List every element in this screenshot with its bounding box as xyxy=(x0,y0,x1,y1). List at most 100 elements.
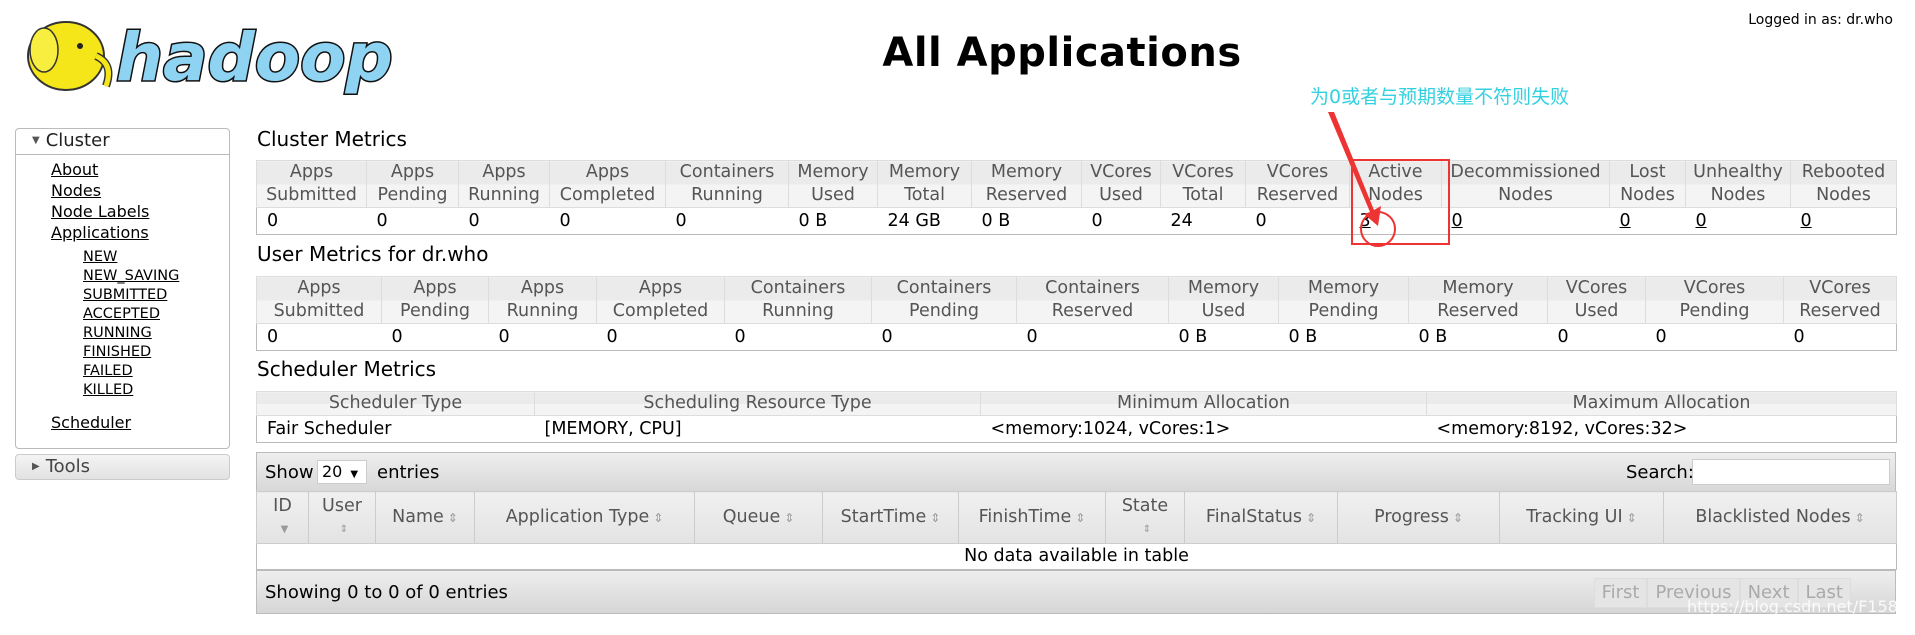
metric-cell: 24 GB xyxy=(877,207,972,235)
sortable-column-header[interactable]: FinalStatus ⇕ xyxy=(1184,491,1338,544)
sortable-column-header[interactable]: Queue ⇕ xyxy=(694,491,823,544)
column-header-line: Apps xyxy=(638,278,683,298)
sidebar-item-new-saving[interactable]: NEW_SAVING xyxy=(83,267,229,286)
column-header-line: Apps xyxy=(289,162,334,182)
sidebar-item-accepted[interactable]: ACCEPTED xyxy=(83,305,229,324)
column-header-line: Memory xyxy=(888,162,961,182)
sidebar-item-running[interactable]: RUNNING xyxy=(83,324,229,343)
sidebar-item-killed[interactable]: KILLED xyxy=(83,381,229,400)
sortable-column-header[interactable]: FinishTime ⇕ xyxy=(958,491,1106,544)
search-label: Search: xyxy=(1626,462,1694,483)
column-header-line: Nodes xyxy=(1816,185,1871,205)
sort-icon: ⇕ xyxy=(653,510,664,525)
sidebar-tools-toggle[interactable]: ▶ Tools xyxy=(15,454,230,480)
column-header-line: Nodes xyxy=(1368,185,1423,205)
entries-select[interactable]: 20 ▼ xyxy=(317,460,367,484)
column-header: Apps Pending xyxy=(381,276,489,324)
sortable-column-header[interactable]: State ⇕ xyxy=(1105,491,1185,544)
column-header-label: Progress xyxy=(1374,506,1449,527)
metric-cell: 0 xyxy=(1245,207,1350,235)
sort-icon: ⇕ xyxy=(1854,510,1865,525)
pagination-first[interactable]: First xyxy=(1593,578,1648,608)
sidebar-item-nodes[interactable]: Nodes xyxy=(51,180,229,201)
sidebar-item-new[interactable]: NEW xyxy=(83,248,229,267)
column-header-line: Reserved xyxy=(1051,301,1134,321)
metric-cell: 0 xyxy=(1441,207,1610,235)
column-header: Memory Reserved xyxy=(1408,276,1548,324)
metric-cell: 24 xyxy=(1160,207,1246,235)
column-header-line: Running xyxy=(468,185,540,205)
column-header-line: VCores xyxy=(1565,278,1628,298)
column-header-line: Apps xyxy=(482,162,526,182)
sortable-column-header[interactable]: Blacklisted Nodes ⇕ xyxy=(1663,491,1897,544)
column-header-line: Reserved xyxy=(985,185,1068,205)
metric-link[interactable]: 0 xyxy=(1801,211,1812,231)
metric-cell: Fair Scheduler xyxy=(256,415,535,443)
cluster-label: Cluster xyxy=(45,130,110,151)
sidebar-item-submitted[interactable]: SUBMITTED xyxy=(83,286,229,305)
column-header-line: Rebooted xyxy=(1801,162,1886,182)
sortable-column-header[interactable]: Progress ⇕ xyxy=(1337,491,1500,544)
metric-cell: 0 xyxy=(596,323,725,351)
sortable-column-header[interactable]: Tracking UI ⇕ xyxy=(1499,491,1664,544)
sidebar-item-applications[interactable]: Applications xyxy=(51,222,229,243)
column-header-line: Submitted xyxy=(273,301,365,321)
sidebar-item-node-labels[interactable]: Node Labels xyxy=(51,201,229,222)
sort-icon: ⇕ xyxy=(1452,510,1463,525)
column-header-line: VCores xyxy=(1683,278,1746,298)
cluster-metrics-table: Apps Submitted Apps Pending Apps Running Apps C… xyxy=(256,160,1897,235)
column-header: Containers Pending xyxy=(871,276,1017,324)
metric-cell: 0 xyxy=(381,323,489,351)
column-header-line: Reserved xyxy=(1437,301,1519,321)
column-header: Lost Nodes xyxy=(1609,160,1686,208)
sidebar-item-failed[interactable]: FAILED xyxy=(83,362,229,381)
column-header: Active Nodes xyxy=(1349,160,1442,208)
sort-icon: ⇕ xyxy=(1306,510,1317,525)
column-header-label: StartTime xyxy=(840,506,927,527)
metric-link[interactable]: 3 xyxy=(1360,211,1371,231)
column-header: VCores Used xyxy=(1547,276,1646,324)
sidebar-item-about[interactable]: About xyxy=(51,159,229,180)
column-header-label: FinishTime xyxy=(978,506,1072,527)
metric-cell: 0 xyxy=(871,323,1017,351)
apps-table-toolbar: Show 20 ▼ entries Search: xyxy=(256,452,1896,492)
sortable-column-header[interactable]: Application Type ⇕ xyxy=(474,491,695,544)
metric-link[interactable]: 0 xyxy=(1620,211,1631,231)
column-header-line: Used xyxy=(811,185,855,205)
sortable-column-header[interactable]: StartTime ⇕ xyxy=(822,491,959,544)
column-header: Decommissioned Nodes xyxy=(1441,160,1610,208)
column-header-line: VCores xyxy=(1090,162,1152,182)
user-metrics-heading: User Metrics for dr.who xyxy=(257,242,489,266)
column-header: Memory Total xyxy=(877,160,972,208)
metric-cell: 0 xyxy=(1790,207,1897,235)
column-header-label: ID xyxy=(273,495,292,516)
column-header-label: User xyxy=(322,495,362,516)
sort-icon: ⇕ xyxy=(339,523,349,535)
metric-cell: 0 B xyxy=(1408,323,1548,351)
metric-link[interactable]: 0 xyxy=(1696,211,1707,231)
metric-link[interactable]: 0 xyxy=(1452,211,1463,231)
metric-cell: 0 xyxy=(1645,323,1784,351)
metric-cell: 0 xyxy=(665,207,789,235)
column-header-line: Reserved xyxy=(1799,301,1881,321)
column-header-label: Tracking UI xyxy=(1526,506,1623,527)
column-header-line: Used xyxy=(1574,301,1619,321)
sort-icon: ⇕ xyxy=(447,510,458,525)
column-header-line: Running xyxy=(691,185,763,205)
column-header: Scheduling Resource Type xyxy=(534,391,981,416)
sortable-column-header[interactable]: Name ⇕ xyxy=(375,491,475,544)
column-header: Memory Pending xyxy=(1278,276,1409,324)
sidebar-item-finished[interactable]: FINISHED xyxy=(83,343,229,362)
scheduler-metrics-heading: Scheduler Metrics xyxy=(257,357,437,381)
sortable-column-header[interactable]: User ⇕ xyxy=(308,491,376,544)
logged-in-user: Logged in as: dr.who xyxy=(1748,12,1893,28)
sidebar-item-scheduler[interactable]: Scheduler xyxy=(51,412,229,433)
column-header-line: Containers xyxy=(896,278,992,298)
cluster-section-toggle[interactable]: ▼ Cluster xyxy=(16,129,229,155)
search-input[interactable] xyxy=(1692,459,1890,485)
column-header-line: Apps xyxy=(585,162,630,182)
column-header: Maximum Allocation xyxy=(1426,391,1897,416)
sort-icon: ⇕ xyxy=(784,510,795,525)
column-header-line: Pending xyxy=(1679,301,1750,321)
sortable-column-header[interactable]: ID ▼ xyxy=(256,491,309,544)
